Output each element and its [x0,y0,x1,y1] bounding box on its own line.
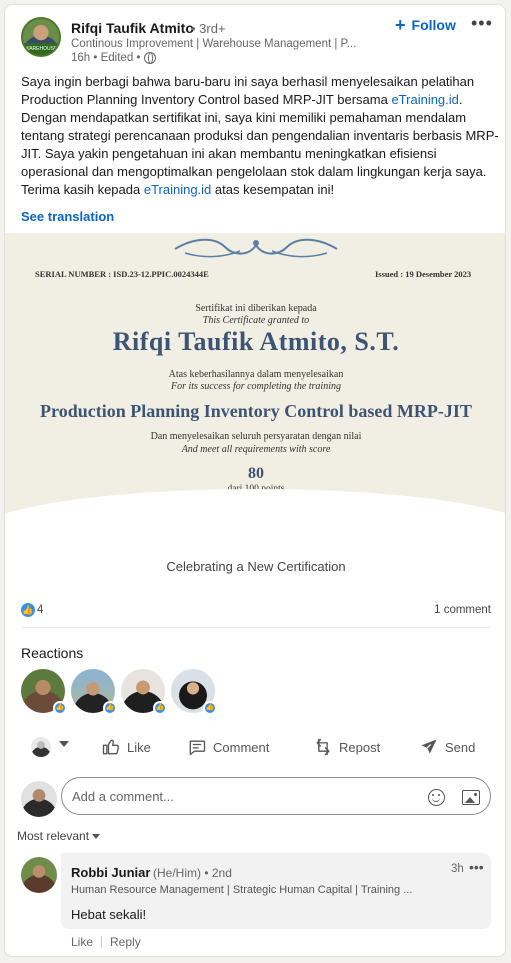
given-to-en: This Certificate granted to [202,315,310,326]
reactor-avatar[interactable]: 👍 [121,669,167,715]
avatar-badge: WAREHOUSE [23,43,59,55]
repost-label: Repost [339,739,381,755]
sort-dropdown[interactable]: Most relevant [17,829,101,843]
follow-label: Follow [411,17,456,33]
chevron-down-icon [92,833,101,839]
commenter-name[interactable]: Robbi Juniar [71,865,150,880]
plus-icon: + [395,15,406,35]
requirements-en: And meet all requirements with score [181,444,331,455]
action-bar: Like Comment Repost Send [5,727,505,767]
comment-input[interactable]: Add a comment... [61,777,491,815]
course-title: Production Planning Inventory Control ba… [40,401,472,421]
post-time: 16h • Edited • [71,52,141,64]
reaction-count[interactable]: 4 [37,604,43,616]
given-to-id: Sertifikat ini diberikan kepada [195,303,317,314]
connection-degree: • 3rd+ [191,21,226,36]
serial-number: SERIAL NUMBER : ISD.23-12.PPIC.0024344E [35,269,209,279]
comment-item: Robbi Juniar (He/Him) • 2nd Human Resour… [61,853,491,929]
comment-like-button[interactable]: Like [71,935,93,949]
comment-actions: Like Reply [71,935,141,949]
requirements-id: Dan menyelesaikan seluruh persyaratan de… [150,431,362,442]
divider [101,936,103,948]
commenter-headline: Human Resource Management | Strategic Hu… [71,884,413,896]
like-reaction-icon: 👍 [103,701,117,715]
see-translation-link[interactable]: See translation [21,209,114,224]
like-label: Like [127,739,151,755]
emoji-icon[interactable] [428,789,445,806]
success-en: For its success for completing the train… [171,381,341,392]
commenter-avatar[interactable] [21,857,57,893]
author-avatar[interactable]: WAREHOUSE [21,17,61,57]
score: 80 [248,465,264,482]
comment-button[interactable]: Comment [187,735,269,759]
post-card: WAREHOUSE Rifqi Taufik Atmito • 3rd+ Con… [4,4,506,957]
reactor-avatar[interactable]: 👍 [71,669,117,715]
recipient-name: Rifqi Taufik Atmito, S.T. [112,327,400,356]
commenter-pronoun: (He/Him) • 2nd [153,866,232,880]
send-label: Send [445,739,476,755]
comment-reply-button[interactable]: Reply [110,935,141,949]
comment-icon [189,740,206,756]
sort-label: Most relevant [17,829,90,843]
success-id: Atas keberhasilannya dalam menyelesaikan [168,369,344,380]
follow-button[interactable]: + Follow [395,15,456,35]
etraining-link[interactable]: eTraining.id [144,182,211,197]
globe-icon [144,52,157,64]
like-reaction-icon: 👍 [53,701,67,715]
reactor-avatar[interactable]: 👍 [21,669,67,715]
author-headline: Continous Improvement | Warehouse Manage… [71,38,357,50]
comment-count[interactable]: 1 comment [434,604,491,616]
send-icon [421,739,437,754]
etraining-link[interactable]: eTraining.id [391,92,458,107]
certificate-caption: Celebrating a New Certification [166,559,346,574]
ornament-top-icon [174,238,338,258]
author-name[interactable]: Rifqi Taufik Atmito [71,20,194,36]
social-counts: 👍 4 1 comment [21,603,491,623]
like-reaction-icon: 👍 [203,701,217,715]
comment-placeholder: Add a comment... [72,789,174,804]
chevron-down-icon[interactable] [59,741,69,747]
post-text: Saya ingin berbagi bahwa baru-baru ini s… [21,73,499,199]
actor-avatar[interactable] [31,737,51,757]
viewer-avatar [21,781,57,817]
thumbs-up-icon [102,739,120,755]
reactor-avatar[interactable]: 👍 [171,669,217,715]
issued-date: Issued : 19 Desember 2023 [375,269,472,279]
comment-more-icon[interactable]: ••• [469,859,484,875]
comment-text: Hebat sekali! [71,907,147,922]
like-reaction-icon: 👍 [21,603,35,617]
certificate-image[interactable]: SERIAL NUMBER : ISD.23-12.PPIC.0024344E … [5,233,505,533]
post-text-segment: atas kesempatan ini! [211,182,335,197]
comment-time: 3h [451,863,464,875]
repost-icon [316,738,330,756]
comment-label: Comment [213,739,270,755]
repost-button[interactable]: Repost [313,735,380,759]
image-icon[interactable] [462,790,480,805]
post-meta: 16h • Edited • [71,52,157,64]
like-button[interactable]: Like [101,735,151,759]
send-button[interactable]: Send [419,735,475,759]
like-reaction-icon: 👍 [153,701,167,715]
more-options-icon[interactable]: ••• [471,13,493,34]
divider [21,627,491,628]
reactions-title: Reactions [21,645,84,661]
